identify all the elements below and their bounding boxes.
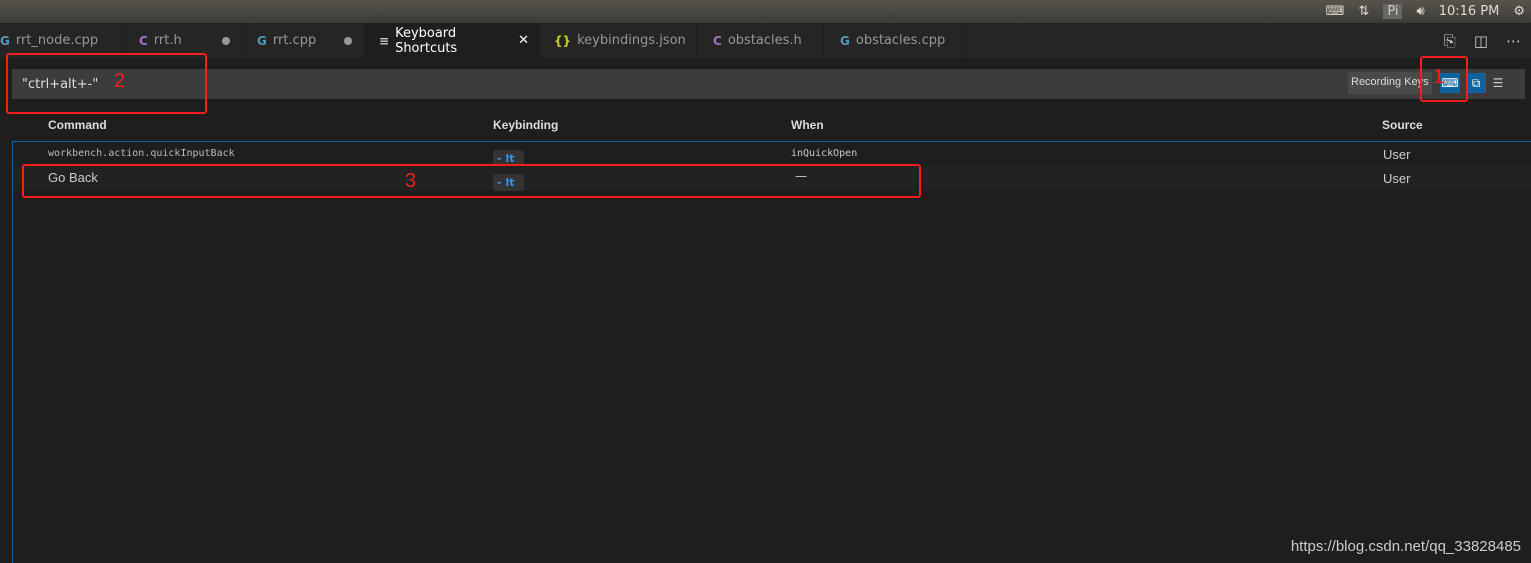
- source: User: [1383, 171, 1411, 186]
- close-tab-icon[interactable]: ✕: [518, 33, 529, 48]
- command-id: workbench.action.quickInputBack: [48, 148, 235, 159]
- network-icon[interactable]: ⇅: [1358, 4, 1369, 19]
- source: User: [1383, 147, 1411, 162]
- volume-icon[interactable]: 🔊︎: [1416, 4, 1424, 19]
- editor-actions: ⎘ ◫ ⋯: [1444, 23, 1521, 58]
- clear-search-button[interactable]: ☰: [1488, 73, 1508, 93]
- shortcuts-icon: ≡: [379, 33, 390, 48]
- annotation-number-3: 3: [405, 170, 417, 192]
- split-editor-icon[interactable]: ◫: [1474, 32, 1488, 50]
- system-bar: ⌨ ⇅ Pi 🔊︎ 10:16 PM ⚙: [0, 0, 1531, 23]
- sort-by-precedence-toggle[interactable]: ⧉: [1466, 73, 1486, 93]
- input-method-indicator[interactable]: Pi: [1383, 4, 1403, 19]
- editor-tab-bar: Grrt_node.cpp Crrt.h Grrt.cpp ≡ Keyboard …: [0, 23, 1531, 58]
- tab-obstacles-h[interactable]: Cobstacles.h: [697, 23, 824, 58]
- more-actions-icon[interactable]: ⋯: [1506, 32, 1521, 50]
- keybindings-list: workbench.action.quickInputBack Ctrl+Alt…: [12, 141, 1531, 563]
- json-file-icon: {}: [554, 33, 572, 48]
- annotation-number-2: 2: [114, 70, 126, 92]
- annotation-box-3: [22, 164, 921, 198]
- keybindings-search-input[interactable]: "ctrl+alt+-": [12, 69, 1525, 99]
- cpp-file-icon: G: [840, 33, 850, 48]
- tab-keybindings-json[interactable]: {} keybindings.json: [540, 23, 697, 58]
- watermark: https://blog.csdn.net/qq_33828485: [1290, 538, 1521, 555]
- open-keybindings-json-icon[interactable]: ⎘: [1444, 32, 1456, 50]
- tab-obstacles-cpp[interactable]: Gobstacles.cpp: [824, 23, 966, 58]
- settings-gear-icon[interactable]: ⚙: [1513, 4, 1525, 19]
- c-header-file-icon: C: [139, 33, 148, 48]
- clock[interactable]: 10:16 PM: [1439, 4, 1500, 19]
- column-header-source[interactable]: Source: [1382, 118, 1423, 132]
- cpp-file-icon: G: [257, 33, 267, 48]
- column-header-keybinding[interactable]: Keybinding: [493, 118, 558, 132]
- table-row[interactable]: workbench.action.quickInputBack Ctrl+Alt…: [13, 142, 1531, 167]
- cpp-file-icon: G: [0, 33, 10, 48]
- clear-search-icon: ☰: [1492, 76, 1504, 90]
- unsaved-dot-icon[interactable]: [222, 36, 230, 45]
- when-clause: inQuickOpen: [791, 148, 858, 159]
- column-header-when[interactable]: When: [791, 118, 824, 132]
- c-header-file-icon: C: [713, 33, 722, 48]
- tab-keyboard-shortcuts[interactable]: ≡ Keyboard Shortcuts ✕: [365, 23, 540, 58]
- unsaved-dot-icon[interactable]: [344, 36, 352, 45]
- column-header-command[interactable]: Command: [48, 118, 107, 132]
- sort-precedence-icon: ⧉: [1471, 75, 1481, 90]
- annotation-box-2: [6, 53, 207, 114]
- tab-rrt-cpp[interactable]: Grrt.cpp: [243, 23, 365, 58]
- annotation-number-1: 1: [1433, 66, 1445, 88]
- keyboard-icon[interactable]: ⌨: [1326, 4, 1345, 19]
